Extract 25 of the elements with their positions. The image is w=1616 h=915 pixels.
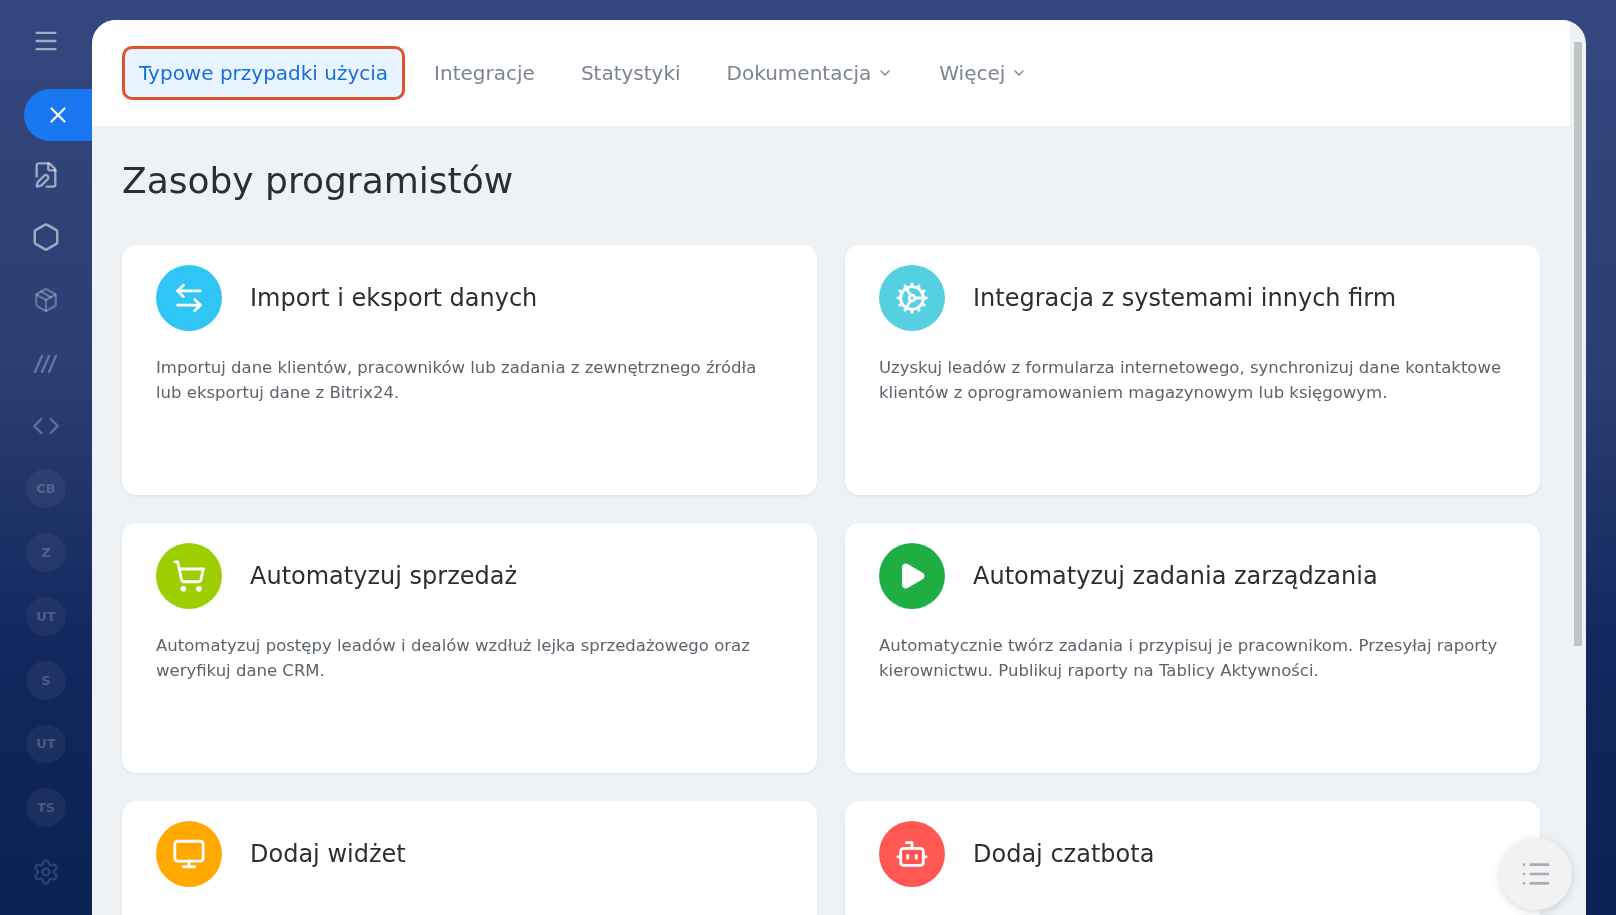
card-title: Dodaj widżet bbox=[250, 840, 406, 868]
scrollbar[interactable] bbox=[1574, 42, 1582, 646]
card-title: Automatyzuj sprzedaż bbox=[250, 562, 518, 590]
card-title: Automatyzuj zadania zarządzania bbox=[973, 562, 1378, 590]
tab[interactable]: Integracje bbox=[417, 46, 552, 100]
tab[interactable]: Typowe przypadki użycia bbox=[122, 46, 406, 100]
card[interactable]: Integracja z systemami innych firm Uzyskuj leadów z formularza internetowego, synchronizuj dane kontaktowe klientów z oprogramowaniem magazynowym lub księgowym. bbox=[845, 245, 1540, 495]
card-description: Automatyzuj postępy leadów i dealów wzdłuż lejka sprzedażowego oraz weryfikuj dane CRM. bbox=[156, 635, 751, 682]
page-heading: Zasoby programistów bbox=[122, 160, 515, 201]
list-button[interactable] bbox=[1500, 838, 1572, 910]
card[interactable]: Import i eksport danych Importuj dane klientów, pracowników lub zadania z zewnętrznego źródła lub eksportuj dane z Bitrix24. bbox=[122, 245, 817, 495]
card-title: Integracja z systemami innych firm bbox=[973, 284, 1397, 312]
card[interactable]: Dodaj czatbota bbox=[845, 801, 1540, 915]
tab[interactable]: Więcej bbox=[922, 46, 1045, 100]
tab[interactable]: Statystyki bbox=[563, 46, 698, 100]
tab[interactable]: Dokumentacja bbox=[709, 46, 911, 100]
card-description: Importuj dane klientów, pracowników lub zadania z zewnętrznego źródła lub eksportuj dane z Bitrix24. bbox=[156, 357, 758, 404]
card-title: Dodaj czatbota bbox=[973, 840, 1155, 868]
close-button[interactable] bbox=[24, 88, 92, 142]
card[interactable]: Automatyzuj zadania zarządzania Automatycznie twórz zadania i przypisuj je pracownikom. Przesyłaj raporty kierownictwu. Publikuj raporty na Tablicy Aktywności. bbox=[845, 523, 1540, 773]
card-title: Import i eksport danych bbox=[250, 284, 538, 312]
card[interactable]: Automatyzuj sprzedaż Automatyzuj postępy leadów i dealów wzdłuż lejka sprzedażowego oraz weryfikuj dane CRM. bbox=[122, 523, 817, 773]
card-description: Automatycznie twórz zadania i przypisuj je pracownikom. Przesyłaj raporty kierownictwu. Publikuj raporty na Tablicy Aktywności. bbox=[879, 635, 1499, 682]
card[interactable]: Dodaj widżet bbox=[122, 801, 817, 915]
card-description: Uzyskuj leadów z formularza internetowego, synchronizuj dane kontaktowe klientów z oprogramowaniem magazynowym lub księgowym. bbox=[879, 357, 1503, 404]
